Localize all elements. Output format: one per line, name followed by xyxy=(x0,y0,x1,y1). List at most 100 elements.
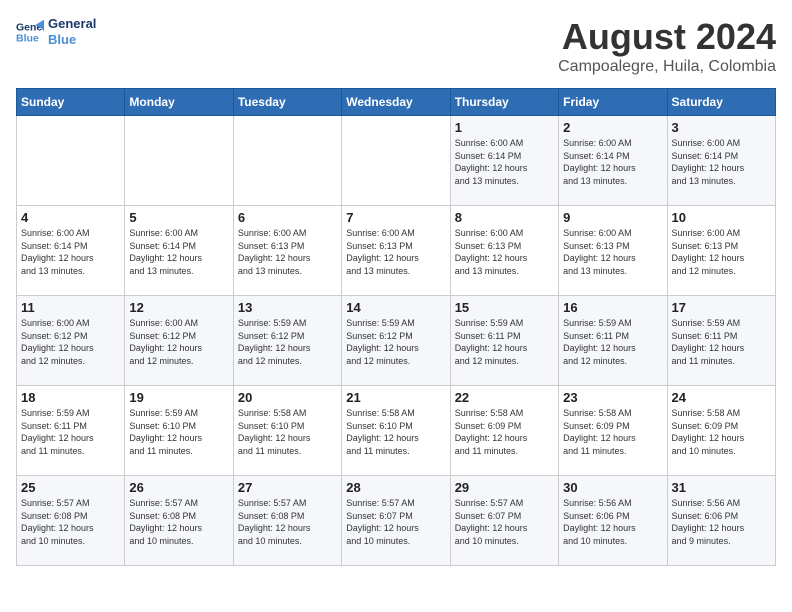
page-header: General Blue General Blue August 2024 Ca… xyxy=(16,16,776,76)
logo-icon: General Blue xyxy=(16,18,44,46)
calendar-day-cell: 18 Sunrise: 5:59 AM Sunset: 6:11 PM Dayli… xyxy=(17,386,125,476)
day-number: 23 xyxy=(563,390,662,405)
calendar-week-row: 11Sunrise: 6:00 AM Sunset: 6:12 PM Dayli… xyxy=(17,296,776,386)
calendar-day-cell: 6 Sunrise: 6:00 AM Sunset: 6:13 PM Daylig… xyxy=(233,206,341,296)
calendar-day-cell: 26 Sunrise: 5:57 AM Sunset: 6:08 PM Dayli… xyxy=(125,476,233,566)
weekday-header-wednesday: Wednesday xyxy=(342,89,450,116)
calendar-title: August 2024 xyxy=(558,16,776,58)
calendar-day-cell: 5 Sunrise: 6:00 AM Sunset: 6:14 PM Daylig… xyxy=(125,206,233,296)
day-number: 4 xyxy=(21,210,120,225)
weekday-header-row: SundayMondayTuesdayWednesdayThursdayFrid… xyxy=(17,89,776,116)
day-number: 3 xyxy=(672,120,771,135)
day-info: Sunrise: 6:00 AM Sunset: 6:13 PM Dayligh… xyxy=(455,227,554,277)
calendar-day-cell: 27Sunrise: 5:57 AM Sunset: 6:08 PM Dayli… xyxy=(233,476,341,566)
day-number: 12 xyxy=(129,300,228,315)
day-number: 5 xyxy=(129,210,228,225)
calendar-day-cell: 1 Sunrise: 6:00 AM Sunset: 6:14 PM Daylig… xyxy=(450,116,558,206)
day-number: 19 xyxy=(129,390,228,405)
day-number: 22 xyxy=(455,390,554,405)
day-info: Sunrise: 5:59 AM Sunset: 6:10 PM Dayligh… xyxy=(129,407,228,457)
calendar-day-cell: 23 Sunrise: 5:58 AM Sunset: 6:09 PM Dayli… xyxy=(559,386,667,476)
day-info: Sunrise: 6:00 AM Sunset: 6:14 PM Dayligh… xyxy=(129,227,228,277)
day-info: Sunrise: 5:59 AM Sunset: 6:11 PM Dayligh… xyxy=(563,317,662,367)
weekday-header-thursday: Thursday xyxy=(450,89,558,116)
day-number: 26 xyxy=(129,480,228,495)
day-number: 24 xyxy=(672,390,771,405)
weekday-header-friday: Friday xyxy=(559,89,667,116)
day-info: Sunrise: 5:57 AM Sunset: 6:07 PM Dayligh… xyxy=(346,497,445,547)
empty-cell xyxy=(342,116,450,206)
logo: General Blue General Blue xyxy=(16,16,96,47)
day-info: Sunrise: 5:58 AM Sunset: 6:10 PM Dayligh… xyxy=(238,407,337,457)
day-info: Sunrise: 5:56 AM Sunset: 6:06 PM Dayligh… xyxy=(672,497,771,547)
weekday-header-saturday: Saturday xyxy=(667,89,775,116)
calendar-day-cell: 2Sunrise: 6:00 AM Sunset: 6:14 PM Daylig… xyxy=(559,116,667,206)
day-info: Sunrise: 5:59 AM Sunset: 6:12 PM Dayligh… xyxy=(238,317,337,367)
day-info: Sunrise: 5:59 AM Sunset: 6:11 PM Dayligh… xyxy=(455,317,554,367)
empty-cell xyxy=(233,116,341,206)
calendar-day-cell: 19 Sunrise: 5:59 AM Sunset: 6:10 PM Dayli… xyxy=(125,386,233,476)
calendar-day-cell: 17Sunrise: 5:59 AM Sunset: 6:11 PM Dayli… xyxy=(667,296,775,386)
calendar-day-cell: 14Sunrise: 5:59 AM Sunset: 6:12 PM Dayli… xyxy=(342,296,450,386)
calendar-table: SundayMondayTuesdayWednesdayThursdayFrid… xyxy=(16,88,776,566)
day-number: 29 xyxy=(455,480,554,495)
day-info: Sunrise: 6:00 AM Sunset: 6:13 PM Dayligh… xyxy=(238,227,337,277)
calendar-day-cell: 29 Sunrise: 5:57 AM Sunset: 6:07 PM Dayli… xyxy=(450,476,558,566)
calendar-day-cell: 7Sunrise: 6:00 AM Sunset: 6:13 PM Daylig… xyxy=(342,206,450,296)
day-info: Sunrise: 6:00 AM Sunset: 6:13 PM Dayligh… xyxy=(346,227,445,277)
day-number: 6 xyxy=(238,210,337,225)
day-number: 9 xyxy=(563,210,662,225)
day-info: Sunrise: 6:00 AM Sunset: 6:13 PM Dayligh… xyxy=(563,227,662,277)
calendar-day-cell: 10Sunrise: 6:00 AM Sunset: 6:13 PM Dayli… xyxy=(667,206,775,296)
calendar-day-cell: 8Sunrise: 6:00 AM Sunset: 6:13 PM Daylig… xyxy=(450,206,558,296)
calendar-day-cell: 12Sunrise: 6:00 AM Sunset: 6:12 PM Dayli… xyxy=(125,296,233,386)
calendar-day-cell: 3 Sunrise: 6:00 AM Sunset: 6:14 PM Daylig… xyxy=(667,116,775,206)
logo-line1: General xyxy=(48,16,96,32)
calendar-day-cell: 24 Sunrise: 5:58 AM Sunset: 6:09 PM Dayli… xyxy=(667,386,775,476)
day-number: 18 xyxy=(21,390,120,405)
day-info: Sunrise: 6:00 AM Sunset: 6:14 PM Dayligh… xyxy=(672,137,771,187)
day-info: Sunrise: 6:00 AM Sunset: 6:14 PM Dayligh… xyxy=(21,227,120,277)
calendar-week-row: 25 Sunrise: 5:57 AM Sunset: 6:08 PM Dayli… xyxy=(17,476,776,566)
calendar-week-row: 1 Sunrise: 6:00 AM Sunset: 6:14 PM Daylig… xyxy=(17,116,776,206)
day-number: 10 xyxy=(672,210,771,225)
empty-cell xyxy=(17,116,125,206)
day-number: 28 xyxy=(346,480,445,495)
calendar-day-cell: 28 Sunrise: 5:57 AM Sunset: 6:07 PM Dayli… xyxy=(342,476,450,566)
day-info: Sunrise: 5:58 AM Sunset: 6:10 PM Dayligh… xyxy=(346,407,445,457)
calendar-day-cell: 22 Sunrise: 5:58 AM Sunset: 6:09 PM Dayli… xyxy=(450,386,558,476)
calendar-day-cell: 16 Sunrise: 5:59 AM Sunset: 6:11 PM Dayli… xyxy=(559,296,667,386)
calendar-day-cell: 20 Sunrise: 5:58 AM Sunset: 6:10 PM Dayli… xyxy=(233,386,341,476)
day-info: Sunrise: 5:58 AM Sunset: 6:09 PM Dayligh… xyxy=(455,407,554,457)
weekday-header-sunday: Sunday xyxy=(17,89,125,116)
day-info: Sunrise: 5:59 AM Sunset: 6:11 PM Dayligh… xyxy=(21,407,120,457)
day-info: Sunrise: 5:57 AM Sunset: 6:08 PM Dayligh… xyxy=(129,497,228,547)
calendar-week-row: 18 Sunrise: 5:59 AM Sunset: 6:11 PM Dayli… xyxy=(17,386,776,476)
svg-text:Blue: Blue xyxy=(16,32,39,44)
day-number: 25 xyxy=(21,480,120,495)
calendar-subtitle: Campoalegre, Huila, Colombia xyxy=(558,58,776,76)
title-section: August 2024 Campoalegre, Huila, Colombia xyxy=(558,16,776,76)
day-number: 1 xyxy=(455,120,554,135)
calendar-day-cell: 9 Sunrise: 6:00 AM Sunset: 6:13 PM Daylig… xyxy=(559,206,667,296)
day-number: 30 xyxy=(563,480,662,495)
day-number: 2 xyxy=(563,120,662,135)
day-number: 14 xyxy=(346,300,445,315)
day-number: 21 xyxy=(346,390,445,405)
day-info: Sunrise: 6:00 AM Sunset: 6:14 PM Dayligh… xyxy=(455,137,554,187)
calendar-day-cell: 25Sunrise: 5:57 AM Sunset: 6:08 PM Dayli… xyxy=(17,476,125,566)
weekday-header-monday: Monday xyxy=(125,89,233,116)
day-info: Sunrise: 5:58 AM Sunset: 6:09 PM Dayligh… xyxy=(563,407,662,457)
day-number: 11 xyxy=(21,300,120,315)
calendar-week-row: 4 Sunrise: 6:00 AM Sunset: 6:14 PM Daylig… xyxy=(17,206,776,296)
calendar-day-cell: 21 Sunrise: 5:58 AM Sunset: 6:10 PM Dayli… xyxy=(342,386,450,476)
calendar-day-cell: 4 Sunrise: 6:00 AM Sunset: 6:14 PM Daylig… xyxy=(17,206,125,296)
day-number: 20 xyxy=(238,390,337,405)
day-info: Sunrise: 5:56 AM Sunset: 6:06 PM Dayligh… xyxy=(563,497,662,547)
day-number: 27 xyxy=(238,480,337,495)
day-info: Sunrise: 5:58 AM Sunset: 6:09 PM Dayligh… xyxy=(672,407,771,457)
day-info: Sunrise: 5:57 AM Sunset: 6:07 PM Dayligh… xyxy=(455,497,554,547)
day-number: 17 xyxy=(672,300,771,315)
day-number: 16 xyxy=(563,300,662,315)
calendar-day-cell: 30 Sunrise: 5:56 AM Sunset: 6:06 PM Dayli… xyxy=(559,476,667,566)
